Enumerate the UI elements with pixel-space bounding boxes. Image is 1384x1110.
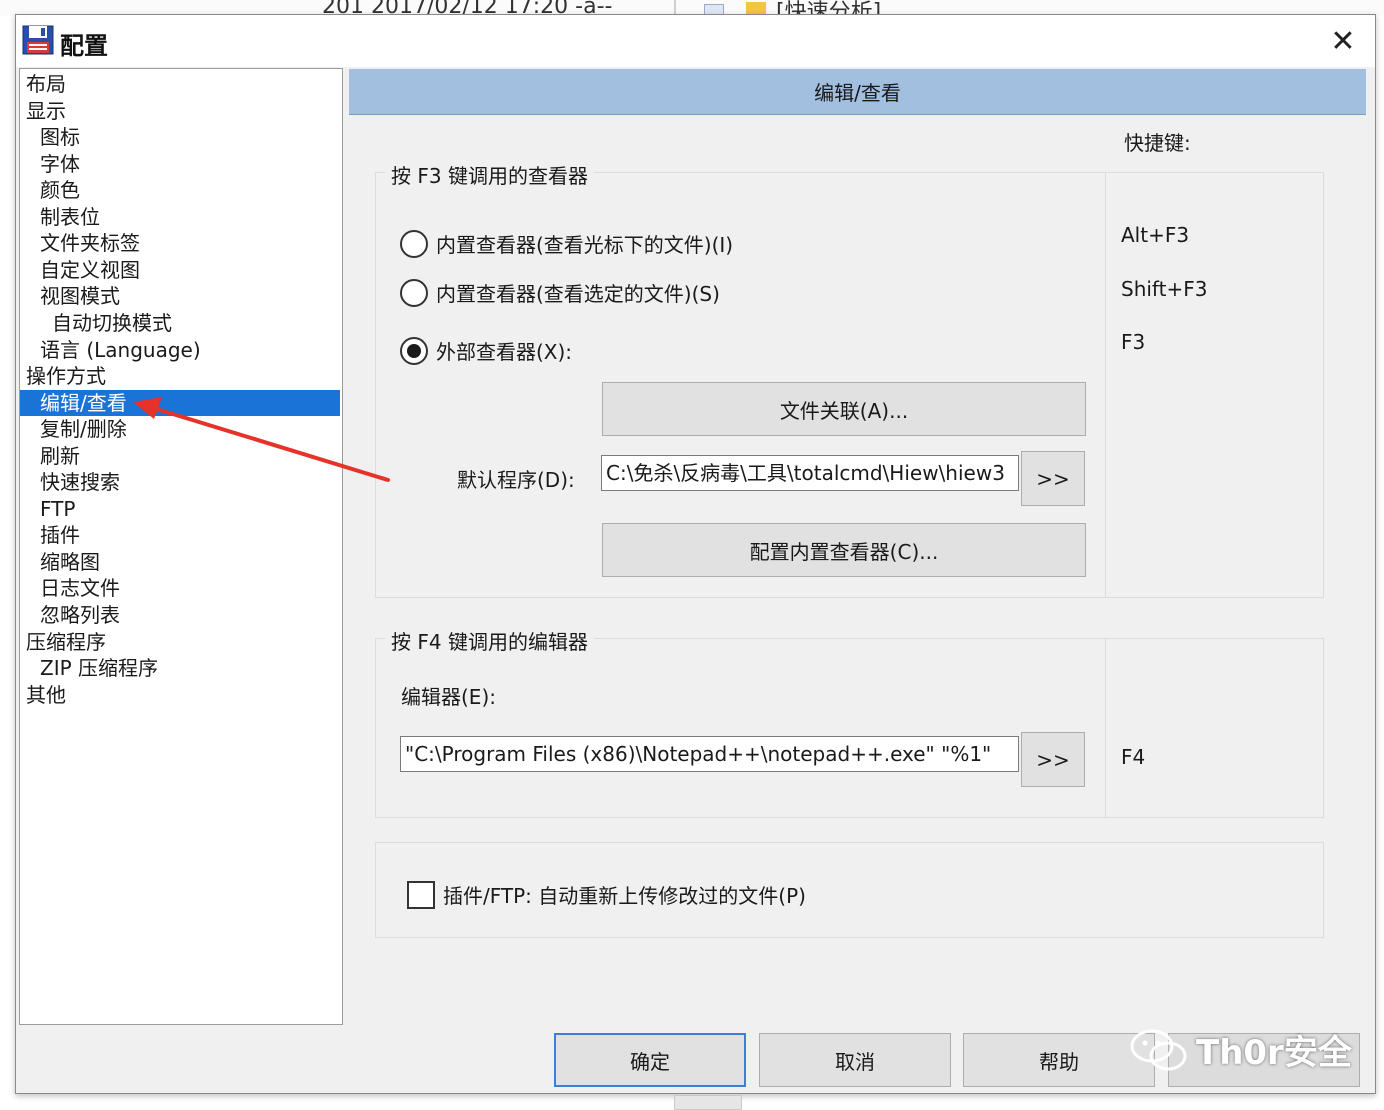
hotkey-divider [1105,638,1106,818]
f4-group-title: 按 F4 键调用的编辑器 [385,626,594,655]
editor-label: 编辑器(E): [401,685,496,709]
radio-button[interactable] [400,229,428,258]
help-button[interactable]: 帮助 [963,1033,1155,1087]
cancel-button[interactable]: 取消 [759,1033,951,1087]
tree-item[interactable]: 布局 [26,71,66,97]
title-bar[interactable]: 配置 ✕ [16,15,1375,67]
file-association-button[interactable]: 文件关联(A)... [602,382,1086,436]
tree-item[interactable]: 颜色 [40,177,80,203]
hotkey-alt-f3: Alt+F3 [1121,223,1190,247]
hotkey-column-header: 快捷键: [1124,131,1191,155]
default-program-input[interactable]: C:\免杀\反病毒\工具\totalcmd\Hiew\hiew3 [601,455,1019,491]
tree-item[interactable]: 语言 (Language) [40,337,201,363]
plugin-ftp-reupload-checkbox[interactable]: 插件/FTP: 自动重新上传修改过的文件(P) [407,880,806,909]
radio-internal-selected[interactable]: 内置查看器(查看选定的文件)(S) [400,278,720,307]
radio-button-checked[interactable] [400,336,428,365]
tree-item[interactable]: 快速搜索 [40,469,120,495]
hotkey-f4: F4 [1121,745,1146,769]
watermark-text: Th0r安全 [1196,1033,1352,1073]
hotkey-divider [1105,172,1106,598]
tree-item[interactable]: 视图模式 [40,283,120,309]
floppy-disk-icon [22,25,54,55]
hotkey-f3: F3 [1121,330,1146,354]
radio-label: 内置查看器(查看光标下的文件)(I) [436,233,734,257]
tree-item[interactable]: 插件 [40,522,80,548]
radio-external-viewer[interactable]: 外部查看器(X): [400,336,572,365]
tree-item[interactable]: 制表位 [40,204,100,230]
tree-item[interactable]: 文件夹标签 [40,230,140,256]
f4-editor-group [375,638,1324,818]
close-button[interactable]: ✕ [1311,15,1375,67]
default-program-label: 默认程序(D): [457,468,575,492]
wechat-icon [1130,1029,1187,1070]
tree-item[interactable]: 图标 [40,124,80,150]
radio-label: 外部查看器(X): [436,340,573,364]
watermark: Th0r安全 [1130,1025,1352,1074]
checkbox[interactable] [407,880,435,909]
background-bottom-edge [674,1095,742,1110]
editor-browse-button[interactable]: >> [1021,732,1085,787]
tree-item[interactable]: 显示 [26,98,66,124]
ok-button[interactable]: 确定 [554,1033,746,1087]
hotkey-shift-f3: Shift+F3 [1121,277,1208,301]
tree-item[interactable]: 其他 [26,682,66,708]
tree-item[interactable]: 操作方式 [26,363,106,389]
radio-button[interactable] [400,278,428,307]
tree-item[interactable]: ZIP 压缩程序 [40,655,158,681]
window-title: 配置 [60,32,108,60]
tree-item[interactable]: 字体 [40,151,80,177]
tree-item[interactable]: 忽略列表 [40,602,120,628]
radio-label: 内置查看器(查看选定的文件)(S) [436,282,720,306]
tree-item[interactable]: 自定义视图 [40,257,140,283]
tree-item[interactable]: 编辑/查看 [20,389,340,416]
default-program-browse-button[interactable]: >> [1021,451,1085,506]
tree-item[interactable]: 刷新 [40,443,80,469]
tree-item[interactable]: 自动切换模式 [52,310,172,336]
page-header: 编辑/查看 [349,69,1366,115]
tree-item[interactable]: 缩略图 [40,549,100,575]
config-dialog: 配置 ✕ 布局 显示 图标 字体 颜色 制表位 文件夹标签 自定义视图 视图模式 自动切换模式 语言… [15,14,1376,1094]
configure-internal-viewer-button[interactable]: 配置内置查看器(C)... [602,523,1086,577]
radio-internal-cursor[interactable]: 内置查看器(查看光标下的文件)(I) [400,229,733,258]
settings-tree[interactable]: 布局 显示 图标 字体 颜色 制表位 文件夹标签 自定义视图 视图模式 自动切换模式 语言 (Lan… [19,68,343,1025]
editor-input[interactable]: "C:\Program Files (x86)\Notepad++\notepa… [400,736,1019,772]
tree-item[interactable]: 日志文件 [40,575,120,601]
tree-item[interactable]: 复制/删除 [40,416,127,442]
f3-group-title: 按 F3 键调用的查看器 [385,160,594,189]
tree-item[interactable]: 压缩程序 [26,629,106,655]
tree-item[interactable]: FTP [40,496,75,522]
checkbox-label: 插件/FTP: 自动重新上传修改过的文件(P) [443,884,806,908]
